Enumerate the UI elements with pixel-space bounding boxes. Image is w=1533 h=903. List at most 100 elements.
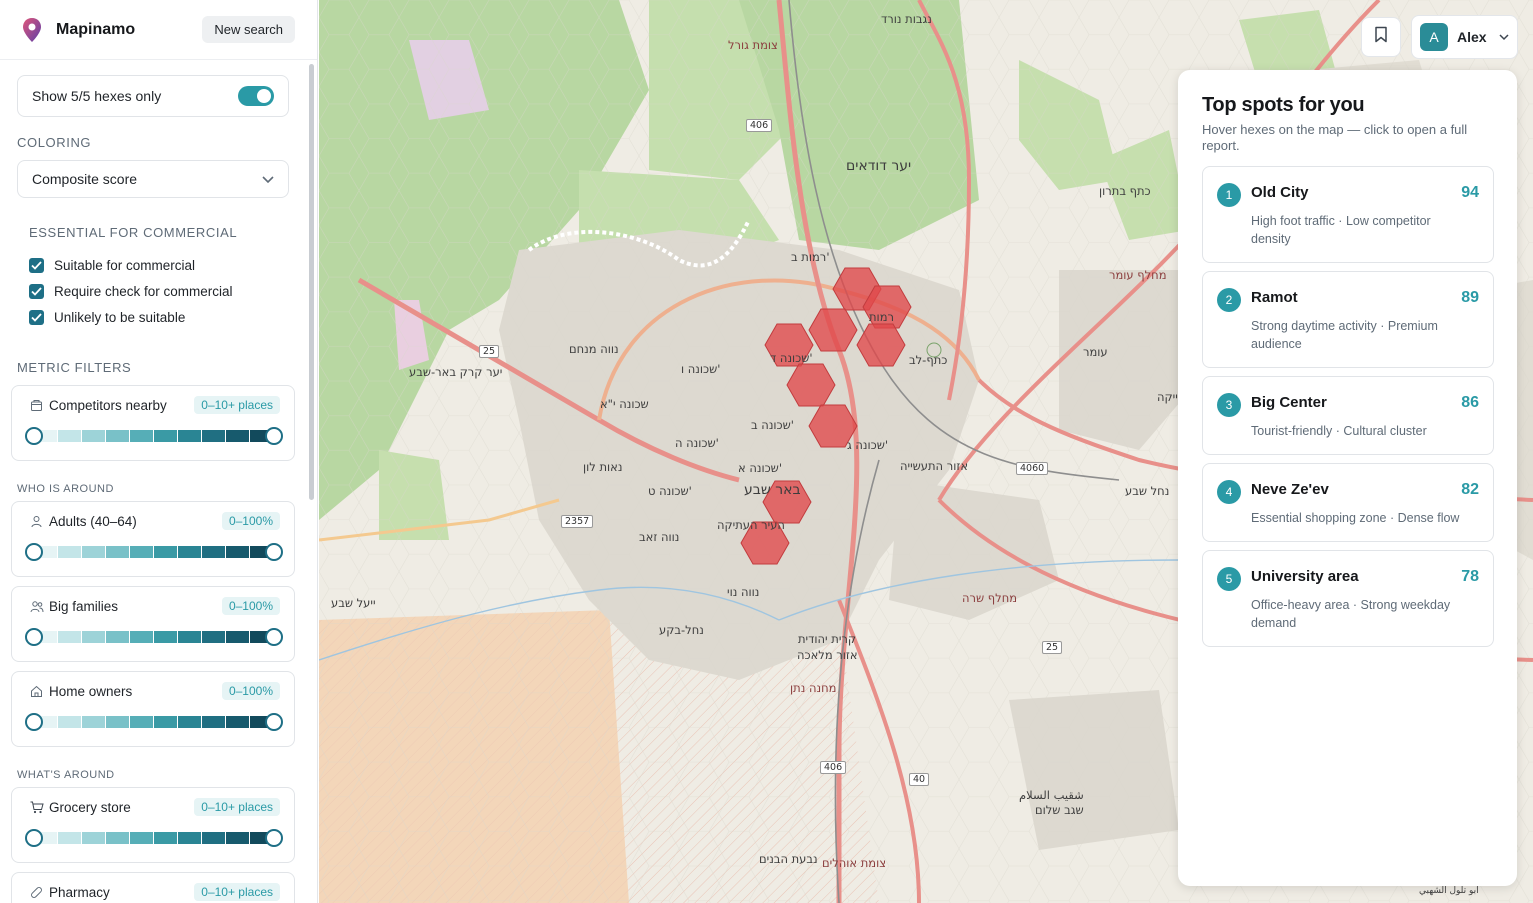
range-max-handle[interactable] — [265, 628, 283, 646]
range-min-handle[interactable] — [25, 713, 43, 731]
map-label: شقيب السلام — [1019, 788, 1084, 802]
range-segment — [130, 631, 153, 643]
spot-card[interactable]: 1 Old City 94 High foot traffic · Low co… — [1202, 166, 1494, 263]
map-label: כתף-לב — [909, 353, 948, 367]
range-segment — [226, 832, 249, 844]
range-segment — [106, 832, 129, 844]
filter-home-owners: Home owners 0–100% — [11, 671, 295, 747]
range-track[interactable] — [34, 832, 274, 844]
map-label: מחלף שרה — [962, 591, 1018, 605]
map-label: שכונה ו' — [681, 362, 721, 376]
range-min-handle[interactable] — [25, 427, 43, 445]
map-label: כתף בתרון — [1099, 184, 1151, 198]
spot-description: High foot traffic · Low competitor densi… — [1251, 214, 1431, 246]
filter-label: Pharmacy — [49, 885, 110, 900]
spot-card[interactable]: 4 Neve Ze'ev 82 Essential shopping zone … — [1202, 463, 1494, 542]
range-max-handle[interactable] — [265, 829, 283, 847]
spot-name: Ramot — [1251, 289, 1298, 306]
logo-pin-icon — [22, 17, 42, 43]
range-track[interactable] — [34, 716, 274, 728]
map-label: ייקה — [1157, 390, 1178, 404]
map-label: שכונה ד' — [770, 351, 813, 365]
essential-checklist: Suitable for commercial Require check fo… — [29, 252, 233, 330]
range-track[interactable] — [34, 430, 274, 442]
spot-card[interactable]: 3 Big Center 86 Tourist-friendly · Cultu… — [1202, 376, 1494, 455]
range-min-handle[interactable] — [25, 628, 43, 646]
range-segment — [82, 832, 105, 844]
metric-filters-label: METRIC FILTERS — [17, 360, 132, 375]
range-segment — [130, 832, 153, 844]
range-track[interactable] — [34, 546, 274, 558]
filter-head: Competitors nearby — [30, 398, 167, 413]
user-name: Alex — [1457, 29, 1487, 45]
spot-score: 89 — [1461, 289, 1479, 306]
range-min-handle[interactable] — [25, 543, 43, 561]
checkbox-label: Suitable for commercial — [54, 257, 196, 273]
spot-description: Office-heavy area · Strong weekday deman… — [1251, 598, 1451, 630]
map-label: אזור התעשייה — [900, 459, 969, 473]
checkbox-row[interactable]: Require check for commercial — [29, 278, 233, 304]
checkbox-checked[interactable] — [29, 283, 44, 299]
range-track[interactable] — [34, 631, 274, 643]
map-label: נווה נוי — [727, 585, 760, 599]
map-label: יער דודאים — [846, 158, 912, 174]
filter-head: Big families — [30, 599, 118, 614]
checkbox-label: Require check for commercial — [54, 283, 233, 299]
range-segment — [154, 546, 177, 558]
range-max-handle[interactable] — [265, 713, 283, 731]
spot-card[interactable]: 2 Ramot 89 Strong daytime activity · Pre… — [1202, 271, 1494, 368]
range-max-handle[interactable] — [265, 427, 283, 445]
spot-description: Tourist-friendly · Cultural cluster — [1251, 424, 1427, 438]
show-top-hexes-toggle-row[interactable]: Show 5/5 hexes only — [17, 75, 289, 117]
filter-grocery: Grocery store 0–10+ places — [11, 787, 295, 863]
range-segment — [58, 631, 81, 643]
spot-card[interactable]: 5 University area 78 Office-heavy area ·… — [1202, 550, 1494, 647]
store-icon — [30, 399, 44, 413]
coloring-select[interactable]: Composite score — [17, 160, 289, 198]
range-segment — [82, 546, 105, 558]
range-min-handle[interactable] — [25, 829, 43, 847]
range-segment — [154, 430, 177, 442]
who-around-label: WHO IS AROUND — [17, 483, 114, 495]
brand-name: Mapinamo — [56, 20, 136, 38]
spot-rank: 4 — [1217, 480, 1241, 504]
range-badge: 0–100% — [221, 597, 280, 615]
range-badge: 0–10+ places — [194, 396, 280, 414]
range-badge: 0–100% — [221, 512, 280, 530]
coloring-label: COLORING — [17, 135, 92, 150]
map-label: שכונה א' — [738, 461, 782, 475]
filter-label: Big families — [49, 599, 119, 614]
spot-description: Essential shopping zone · Dense flow — [1251, 511, 1460, 525]
spot-rank: 3 — [1217, 393, 1241, 417]
cart-icon — [30, 801, 44, 815]
spot-rank: 1 — [1217, 183, 1241, 207]
range-segment — [202, 832, 225, 844]
map-label: נחל-בקע — [659, 623, 704, 637]
checkbox-row[interactable]: Suitable for commercial — [29, 252, 233, 278]
chevron-down-icon — [1499, 28, 1509, 46]
range-segment — [154, 716, 177, 728]
checkbox-checked[interactable] — [29, 257, 44, 273]
map-label: נחל שבע — [1125, 484, 1170, 498]
map-label: נבעת הבנים — [759, 852, 818, 866]
map-label: שכונה י"א — [600, 397, 649, 411]
spot-score: 86 — [1461, 394, 1479, 411]
new-search-button[interactable]: New search — [202, 16, 295, 43]
map-label: ייעל שבע — [331, 596, 376, 610]
range-segment — [178, 546, 201, 558]
filter-pharmacy: Pharmacy 0–10+ places — [11, 872, 295, 903]
range-segment — [178, 631, 201, 643]
range-segment — [154, 631, 177, 643]
bookmark-button[interactable] — [1361, 17, 1401, 57]
user-menu-button[interactable]: A Alex — [1411, 15, 1518, 59]
map-label: אזור מלאכה — [797, 648, 858, 662]
range-segment — [178, 716, 201, 728]
sidebar-scrollbar[interactable] — [309, 64, 314, 500]
range-segment — [58, 430, 81, 442]
show-top-hexes-toggle[interactable] — [238, 86, 274, 106]
spot-name: Old City — [1251, 184, 1309, 201]
range-max-handle[interactable] — [265, 543, 283, 561]
checkbox-checked[interactable] — [29, 309, 44, 325]
checkbox-row[interactable]: Unlikely to be suitable — [29, 304, 233, 330]
range-segment — [130, 716, 153, 728]
